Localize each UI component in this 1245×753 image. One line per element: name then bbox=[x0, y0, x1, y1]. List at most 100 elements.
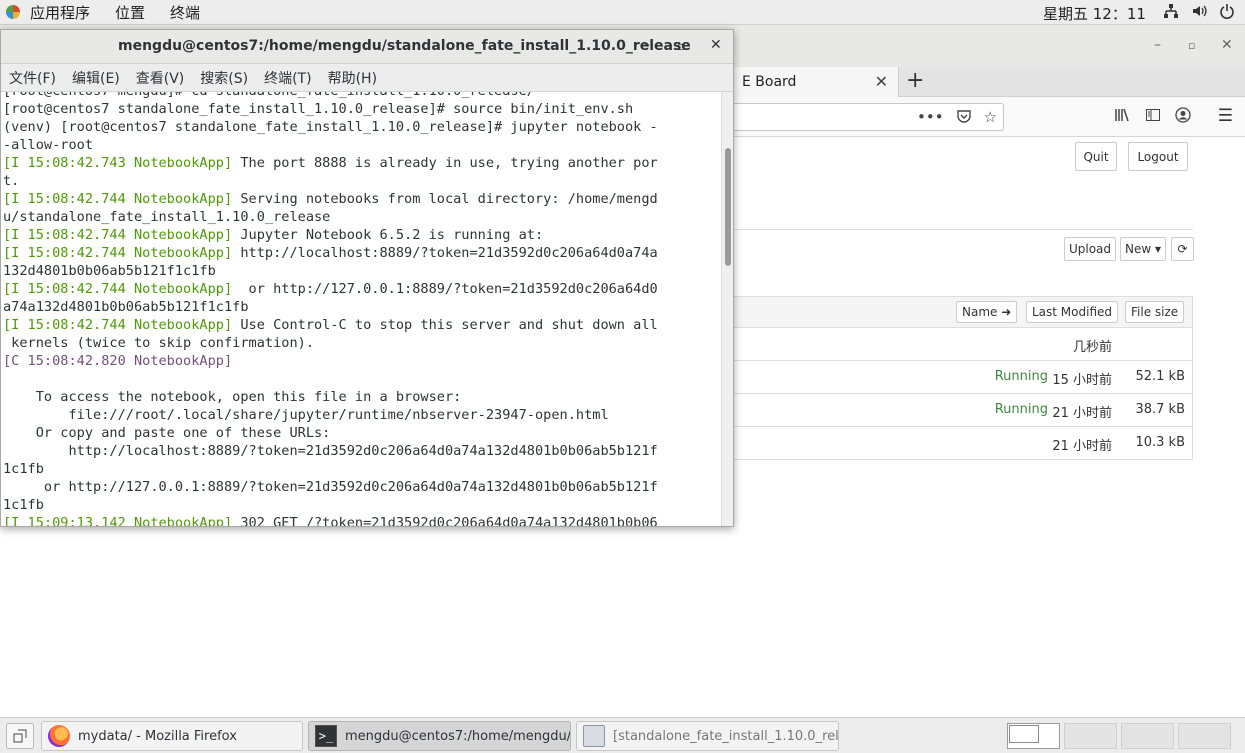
logout-button[interactable]: Logout bbox=[1128, 142, 1188, 171]
log-prefix: [I 15:08:42.744 NotebookApp] bbox=[3, 191, 233, 207]
hamburger-menu-icon[interactable]: ☰ bbox=[1218, 106, 1233, 126]
taskbar-firefox[interactable]: mydata/ - Mozilla Firefox bbox=[41, 721, 303, 751]
system-tray[interactable] bbox=[1163, 3, 1235, 23]
pocket-icon[interactable] bbox=[956, 108, 972, 128]
menu-places[interactable]: 位置 bbox=[115, 2, 145, 23]
log-prefix: [I 15:09:13.142 NotebookApp] bbox=[3, 515, 233, 526]
log-text: [root@centos7 mengdu]# cd standalone_fat… bbox=[3, 92, 535, 99]
quit-button[interactable]: Quit bbox=[1075, 142, 1117, 171]
terminal-titlebar[interactable]: mengdu@centos7:/home/mengdu/standalone_f… bbox=[1, 30, 733, 64]
top-panel: 应用程序 位置 终端 星期五 12：11 bbox=[0, 0, 1245, 25]
file-row[interactable]: 几秒前 bbox=[734, 328, 1193, 361]
log-text: 132d4801b0b06ab5b121f1c1fb bbox=[3, 263, 216, 279]
gnome-logo-icon bbox=[6, 5, 20, 19]
log-text: file:///root/.local/share/jupyter/runtim… bbox=[3, 407, 609, 423]
workspace-1[interactable] bbox=[1007, 723, 1060, 749]
firefox-minimize-button[interactable]: – bbox=[1154, 37, 1161, 53]
menu-terminal[interactable]: 终端(T) bbox=[264, 68, 311, 88]
terminal-screen[interactable]: [root@centos7 mengdu]# cd standalone_fat… bbox=[1, 92, 723, 526]
sort-file-size-button[interactable]: File size bbox=[1125, 301, 1185, 323]
log-text: Jupyter Notebook 6.5.2 is running at: bbox=[232, 227, 544, 243]
sort-last-modified-button[interactable]: Last Modified bbox=[1026, 301, 1119, 323]
show-desktop-button[interactable] bbox=[6, 723, 34, 749]
log-text: 1c1fb bbox=[3, 461, 44, 477]
file-row[interactable]: Running 15 小时前 52.1 kB bbox=[734, 361, 1193, 394]
log-text: Or copy and paste one of these URLs: bbox=[3, 425, 331, 441]
terminal-minimize-button[interactable]: – bbox=[643, 37, 650, 53]
applications-menu[interactable]: 应用程序 bbox=[0, 2, 115, 23]
log-text: a74a132d4801b0b06ab5b121f1c1fb bbox=[3, 299, 249, 315]
workspace-2[interactable] bbox=[1064, 723, 1117, 749]
menu-file[interactable]: 文件(F) bbox=[9, 68, 56, 88]
menu-edit[interactable]: 编辑(E) bbox=[72, 68, 120, 88]
terminal-line: [root@centos7 standalone_fate_install_1.… bbox=[3, 100, 658, 118]
new-dropdown-button[interactable]: New ▾ bbox=[1120, 237, 1166, 261]
running-indicator: Running bbox=[994, 402, 1048, 417]
tab-close-icon[interactable]: ✕ bbox=[875, 72, 888, 91]
taskbar-terminal[interactable]: >_ mengdu@centos7:/home/mengdu/s… bbox=[308, 721, 571, 751]
terminal-line: [I 15:08:42.744 NotebookApp] http://loca… bbox=[3, 244, 658, 262]
terminal-line: http://localhost:8889/?token=21d3592d0c2… bbox=[3, 442, 657, 460]
terminal-scrollbar[interactable] bbox=[721, 92, 733, 526]
log-text: (venv) [root@centos7 standalone_fate_ins… bbox=[3, 119, 658, 135]
terminal-line bbox=[3, 370, 658, 388]
log-prefix: [I 15:08:42.743 NotebookApp] bbox=[3, 155, 233, 171]
new-tab-button[interactable]: + bbox=[906, 68, 924, 93]
menu-applications[interactable]: 应用程序 bbox=[30, 2, 90, 23]
terminal-line: a74a132d4801b0b06ab5b121f1c1fb bbox=[3, 298, 658, 316]
menu-terminal[interactable]: 终端 bbox=[170, 2, 200, 23]
bookmark-star-icon[interactable]: ☆ bbox=[984, 108, 997, 128]
volume-icon[interactable] bbox=[1191, 3, 1207, 23]
terminal-line: [I 15:08:42.744 NotebookApp] Jupyter Not… bbox=[3, 226, 658, 244]
log-prefix: [I 15:08:42.744 NotebookApp] bbox=[3, 227, 233, 243]
refresh-button[interactable]: ⟳ bbox=[1171, 237, 1194, 261]
window-list-bar: mydata/ - Mozilla Firefox >_ mengdu@cent… bbox=[0, 717, 1245, 753]
firefox-icon bbox=[48, 725, 70, 747]
file-manager-icon bbox=[583, 725, 605, 747]
url-bar[interactable]: ••• ☆ bbox=[734, 103, 1004, 131]
taskbar-file-manager[interactable]: [standalone_fate_install_1.10.0_rel… bbox=[576, 721, 839, 751]
scrollbar-thumb[interactable] bbox=[725, 148, 731, 266]
last-modified: 21 小时前 bbox=[1052, 406, 1112, 421]
firefox-close-button[interactable]: ✕ bbox=[1221, 37, 1233, 53]
log-text: 302 GET /?token=21d3592d0c206a64d0a74a13… bbox=[232, 515, 658, 526]
file-row[interactable]: 21 小时前 10.3 kB bbox=[734, 427, 1193, 460]
terminal-line: kernels (twice to skip confirmation). bbox=[3, 334, 658, 352]
taskbar-item-label: mydata/ - Mozilla Firefox bbox=[78, 728, 237, 744]
terminal-line: Or copy and paste one of these URLs: bbox=[3, 424, 658, 442]
terminal-line: -allow-root bbox=[3, 136, 658, 154]
library-icon[interactable] bbox=[1114, 107, 1131, 127]
workspace-3[interactable] bbox=[1121, 723, 1174, 749]
clock[interactable]: 星期五 12：11 bbox=[1043, 3, 1146, 24]
sort-name-button[interactable]: Name ➜ bbox=[956, 301, 1018, 323]
file-size: 52.1 kB bbox=[1135, 369, 1185, 384]
terminal-icon: >_ bbox=[315, 725, 337, 747]
menu-search[interactable]: 搜索(S) bbox=[200, 68, 248, 88]
log-text: Serving notebooks from local directory: … bbox=[232, 191, 658, 207]
log-text: The port 8888 is already in use, trying … bbox=[232, 155, 658, 171]
terminal-close-button[interactable]: ✕ bbox=[710, 37, 722, 53]
terminal-line: t. bbox=[3, 172, 658, 190]
terminal-line: [I 15:08:42.744 NotebookApp] or http://1… bbox=[3, 280, 658, 298]
browser-tab[interactable]: E Board ✕ bbox=[734, 67, 899, 97]
sidebar-icon[interactable] bbox=[1145, 107, 1161, 127]
log-prefix: [C 15:08:42.820 NotebookApp] bbox=[3, 353, 233, 369]
page-actions-icon[interactable]: ••• bbox=[917, 108, 944, 128]
terminal-line: [root@centos7 mengdu]# cd standalone_fat… bbox=[3, 92, 658, 100]
power-icon[interactable] bbox=[1219, 3, 1235, 23]
workspace-4[interactable] bbox=[1178, 723, 1231, 749]
taskbar-item-label: mengdu@centos7:/home/mengdu/s… bbox=[345, 728, 571, 744]
last-modified: 15 小时前 bbox=[1052, 373, 1112, 388]
firefox-maximize-button[interactable]: ▫ bbox=[1188, 39, 1195, 52]
log-text: http://localhost:8889/?token=21d3592d0c2… bbox=[232, 245, 658, 261]
terminal-line: file:///root/.local/share/jupyter/runtim… bbox=[3, 406, 658, 424]
network-icon[interactable] bbox=[1163, 3, 1179, 23]
menu-view[interactable]: 查看(V) bbox=[136, 68, 185, 88]
file-list-header: Name ➜ Last Modified File size bbox=[734, 296, 1193, 328]
file-size: 10.3 kB bbox=[1135, 435, 1185, 450]
account-icon[interactable] bbox=[1175, 107, 1191, 127]
upload-button[interactable]: Upload bbox=[1064, 237, 1116, 261]
file-row[interactable]: Running 21 小时前 38.7 kB bbox=[734, 394, 1193, 427]
terminal-maximize-button[interactable]: ▫ bbox=[677, 39, 685, 53]
menu-help[interactable]: 帮助(H) bbox=[328, 68, 377, 88]
